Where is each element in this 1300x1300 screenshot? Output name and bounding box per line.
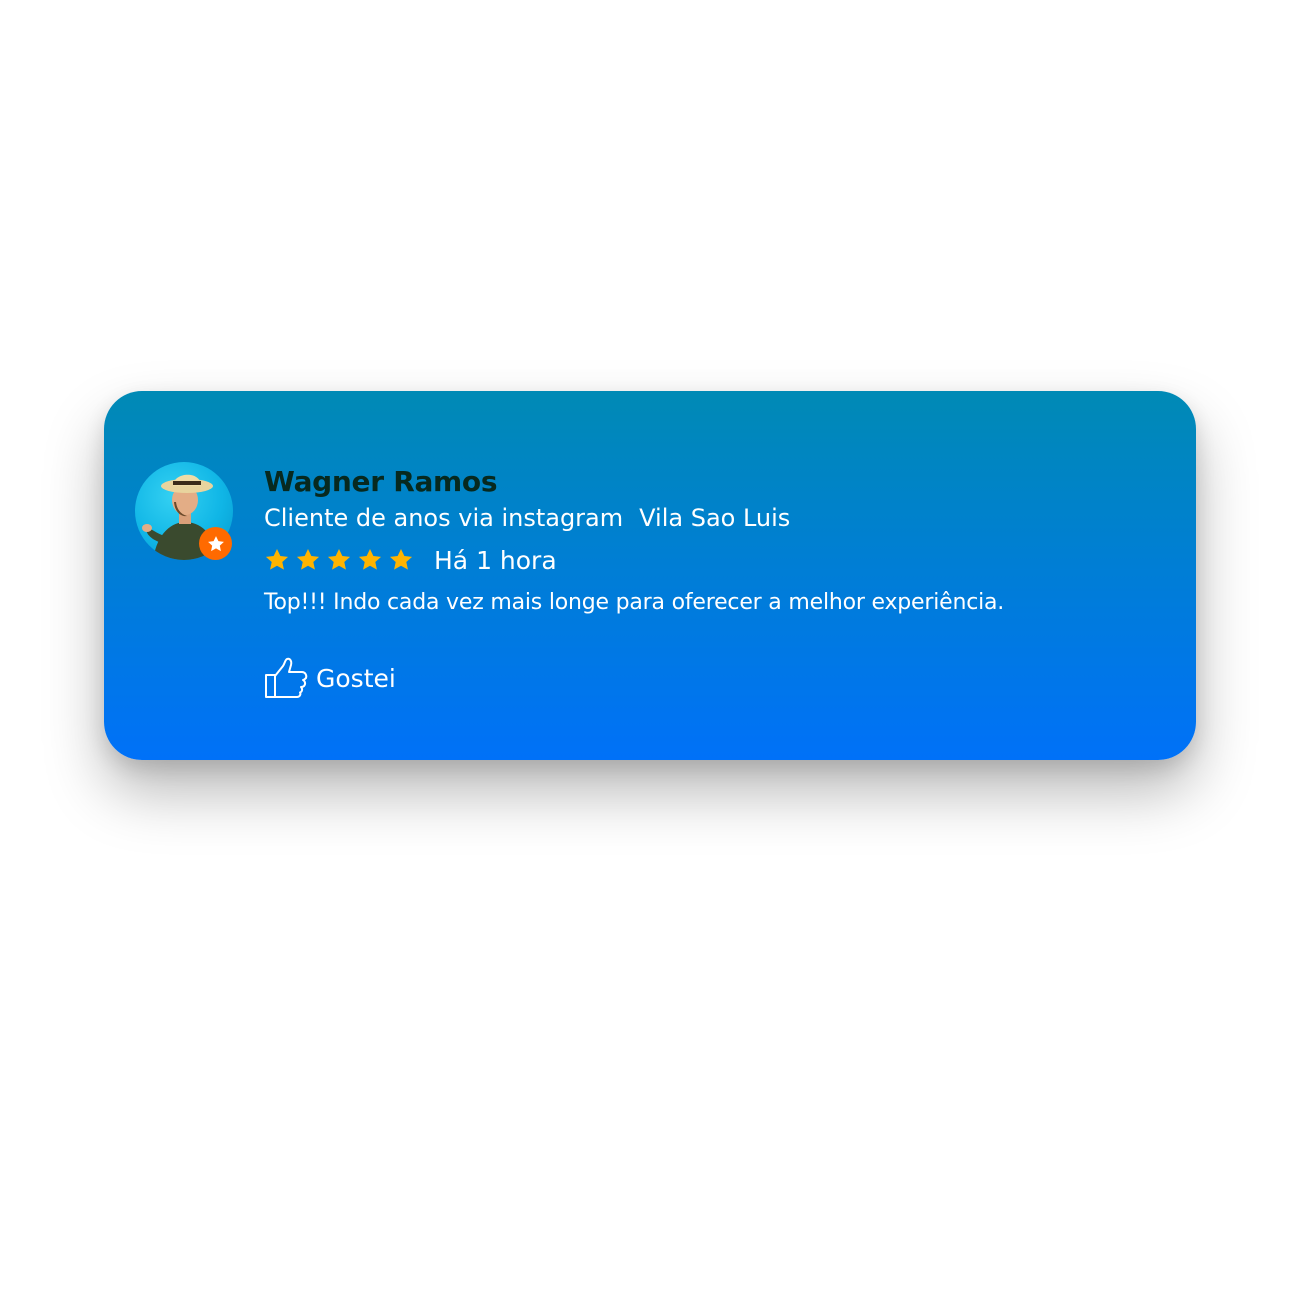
star-icon bbox=[207, 535, 224, 551]
review-content: Wagner Ramos Cliente de anos via instagr… bbox=[264, 463, 1164, 699]
like-label: Gostei bbox=[316, 663, 396, 693]
star-icon bbox=[327, 548, 351, 570]
review-time: Há 1 hora bbox=[434, 545, 557, 575]
review-comment: Top!!! Indo cada vez mais longe para ofe… bbox=[264, 590, 1005, 615]
star-rating bbox=[264, 547, 414, 573]
star-icon bbox=[296, 548, 320, 570]
avatar[interactable] bbox=[135, 462, 233, 560]
review-location: Vila Sao Luis bbox=[639, 504, 791, 532]
like-button[interactable]: Gostei bbox=[264, 657, 1164, 699]
badge-star-icon bbox=[199, 527, 232, 560]
reviewer-subtitle: Cliente de anos via instagram Vila Sao Lu… bbox=[264, 501, 1164, 535]
star-icon bbox=[389, 548, 413, 570]
thumbs-up-icon bbox=[265, 657, 308, 698]
reviewer-name: Wagner Ramos bbox=[264, 465, 498, 498]
rating-row: Há 1 hora bbox=[264, 541, 1164, 579]
review-source: Cliente de anos via instagram bbox=[264, 504, 624, 532]
review-card: Wagner Ramos Cliente de anos via instagr… bbox=[104, 391, 1196, 760]
star-icon bbox=[265, 548, 289, 570]
star-icon bbox=[358, 548, 382, 570]
